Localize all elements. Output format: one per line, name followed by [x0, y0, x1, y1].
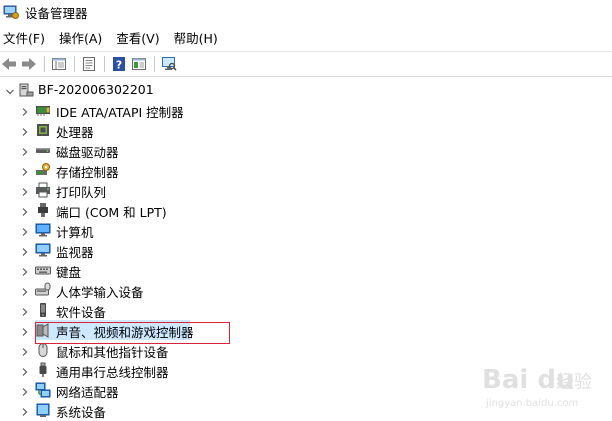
- help-icon[interactable]: ?: [110, 55, 128, 73]
- scan-hardware-changes-icon[interactable]: [160, 55, 178, 73]
- chevron-right-icon[interactable]: [20, 345, 30, 360]
- chevron-right-icon[interactable]: [20, 325, 30, 340]
- tree-item[interactable]: IDE ATA/ATAPI 控制器: [0, 100, 612, 120]
- chevron-right-icon[interactable]: [20, 105, 30, 120]
- back-arrow-icon[interactable]: [0, 55, 18, 73]
- tree-item-label: 键盘: [56, 265, 82, 280]
- chevron-right-icon[interactable]: [20, 145, 30, 160]
- root-label: BF-202006302201: [38, 82, 154, 97]
- device-manager-app-icon: [3, 4, 19, 20]
- device-tree: BF-202006302201 IDE ATA/ATAPI 控制器 处理器磁盘驱动…: [0, 80, 612, 420]
- hid-icon: [35, 282, 51, 298]
- show-hide-console-tree-icon[interactable]: [50, 55, 68, 73]
- tree-item-label: 软件设备: [56, 305, 107, 320]
- chevron-right-icon[interactable]: [20, 405, 30, 420]
- tree-item-label: 网络适配器: [56, 385, 119, 400]
- menu-action[interactable]: 操作(A): [56, 28, 106, 47]
- computer-root-icon: [18, 82, 34, 101]
- tree-item-label: 人体学输入设备: [56, 285, 144, 300]
- usb-icon: [35, 362, 51, 378]
- forward-arrow-icon[interactable]: [20, 55, 38, 73]
- tree-item-label: 鼠标和其他指针设备: [56, 345, 169, 360]
- chevron-right-icon[interactable]: [20, 225, 30, 240]
- system-device-icon: [35, 402, 51, 418]
- monitor-icon: [35, 242, 51, 258]
- mouse-icon: [35, 342, 51, 358]
- chevron-right-icon[interactable]: [20, 125, 30, 140]
- computer-icon: [35, 222, 51, 238]
- tree-item[interactable]: 监视器: [0, 240, 612, 260]
- tree-item-label: 监视器: [56, 245, 94, 260]
- tree-item-label: 存储控制器: [56, 165, 119, 180]
- tree-item-label: 打印队列: [56, 185, 107, 200]
- tree-item[interactable]: 键盘: [0, 260, 612, 280]
- tree-item-label: 端口 (COM 和 LPT): [56, 205, 167, 220]
- network-adapter-icon: [35, 382, 51, 398]
- keyboard-icon: [35, 262, 51, 278]
- menu-help[interactable]: 帮助(H): [171, 28, 222, 47]
- menu-view[interactable]: 查看(V): [113, 28, 163, 47]
- properties-icon[interactable]: [80, 55, 98, 73]
- processor-icon: [35, 122, 51, 138]
- annotation-highlight-box: [35, 322, 230, 344]
- tree-item[interactable]: 系统设备: [0, 400, 612, 420]
- tree-item-label: 通用串行总线控制器: [56, 365, 169, 380]
- toolbar-separator: [74, 56, 75, 72]
- toolbar: ?: [0, 51, 612, 77]
- tree-item[interactable]: 计算机: [0, 220, 612, 240]
- chevron-right-icon[interactable]: [20, 385, 30, 400]
- tree-item[interactable]: 网络适配器: [0, 380, 612, 400]
- toolbar-separator: [154, 56, 155, 72]
- disk-drive-icon: [35, 142, 51, 158]
- tree-item[interactable]: 人体学输入设备: [0, 280, 612, 300]
- menu-file[interactable]: 文件(F): [0, 28, 49, 47]
- storage-controller-icon: [35, 162, 51, 178]
- chevron-right-icon[interactable]: [20, 205, 30, 220]
- tree-item-label: 计算机: [56, 225, 94, 240]
- title-bar: 设备管理器: [0, 0, 612, 24]
- tree-item[interactable]: 磁盘驱动器: [0, 140, 612, 160]
- svg-text:?: ?: [116, 59, 122, 72]
- printer-icon: [35, 182, 51, 198]
- tree-item[interactable]: 存储控制器: [0, 160, 612, 180]
- chevron-down-icon[interactable]: [5, 85, 15, 100]
- tree-item[interactable]: 处理器: [0, 120, 612, 140]
- tree-root[interactable]: BF-202006302201: [0, 80, 612, 100]
- chevron-right-icon[interactable]: [20, 365, 30, 380]
- ide-controller-icon: [35, 102, 51, 118]
- view-pane-icon[interactable]: [130, 55, 148, 73]
- tree-item[interactable]: 端口 (COM 和 LPT): [0, 200, 612, 220]
- window-title: 设备管理器: [25, 5, 88, 21]
- chevron-right-icon[interactable]: [20, 165, 30, 180]
- tree-item[interactable]: 软件设备: [0, 300, 612, 320]
- chevron-right-icon[interactable]: [20, 305, 30, 320]
- chevron-right-icon[interactable]: [20, 265, 30, 280]
- tree-item-label: 处理器: [56, 125, 94, 140]
- chevron-right-icon[interactable]: [20, 245, 30, 260]
- tree-item-label: 磁盘驱动器: [56, 145, 119, 160]
- port-icon: [35, 202, 51, 218]
- tree-item[interactable]: 通用串行总线控制器: [0, 360, 612, 380]
- tree-item[interactable]: 打印队列: [0, 180, 612, 200]
- chevron-right-icon[interactable]: [20, 185, 30, 200]
- toolbar-separator: [104, 56, 105, 72]
- tree-item-label: IDE ATA/ATAPI 控制器: [56, 105, 184, 120]
- software-device-icon: [35, 302, 51, 318]
- menu-bar: 文件(F) 操作(A) 查看(V) 帮助(H): [0, 27, 612, 47]
- tree-item-label: 系统设备: [56, 405, 107, 420]
- toolbar-separator: [44, 56, 45, 72]
- chevron-right-icon[interactable]: [20, 285, 30, 300]
